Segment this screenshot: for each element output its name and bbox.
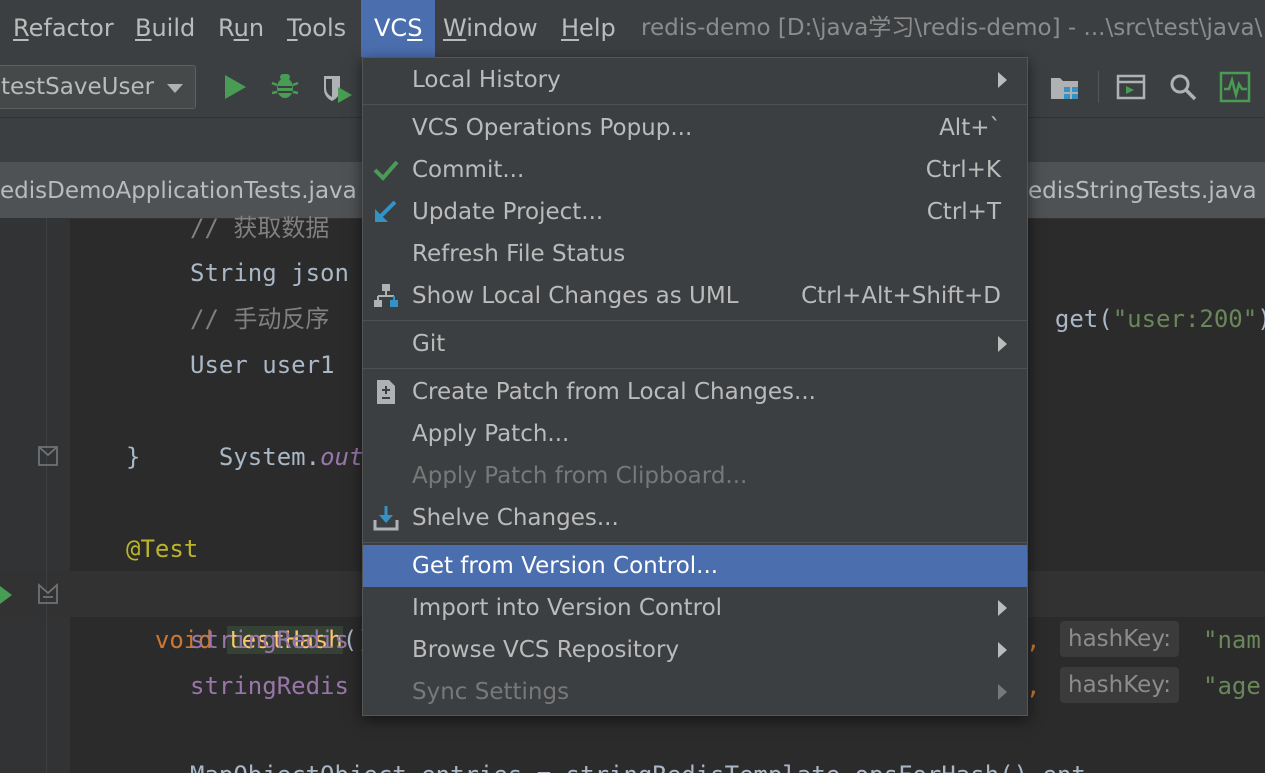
menu-run[interactable]: Run (218, 0, 264, 57)
menu-item-vcs-operations-popup[interactable]: VCS Operations Popup... Alt+` (363, 107, 1027, 149)
code-annotation: @Test (126, 535, 199, 563)
check-icon (373, 160, 399, 181)
run-gutter-icon[interactable] (0, 584, 14, 606)
menu-item-label: Import into Version Control (412, 595, 723, 621)
chevron-right-icon (998, 72, 1007, 88)
menu-separator (363, 368, 1027, 369)
project-structure-icon[interactable] (1050, 75, 1080, 101)
menu-item-sync-settings: Sync Settings (363, 671, 1027, 713)
code-string: "age (1203, 672, 1261, 700)
code-line-tail: get("user:200") (1054, 305, 1265, 333)
code-comma: , (1026, 672, 1041, 700)
menu-window[interactable]: Window (443, 0, 538, 57)
menu-item-label: VCS Operations Popup... (412, 115, 693, 141)
menu-item-shortcut: Alt+` (939, 115, 1001, 141)
menu-item-shelve-changes[interactable]: Shelve Changes... (363, 497, 1027, 539)
menu-item-label: Browse VCS Repository (412, 637, 680, 663)
toolbar-separator (1098, 71, 1099, 103)
menu-item-label: Get from Version Control... (412, 553, 719, 579)
menu-item-label: Create Patch from Local Changes... (412, 379, 816, 405)
menu-item-label: Local History (412, 67, 561, 93)
code-comment: // 获取数据 (190, 214, 330, 242)
menu-item-label: Show Local Changes as UML (412, 283, 739, 309)
code-string: "nam (1203, 626, 1261, 654)
code-line: User user1 (190, 351, 335, 379)
code-line: String json (190, 259, 349, 287)
menu-help[interactable]: Help (561, 0, 616, 57)
menu-item-label: Refresh File Status (412, 241, 626, 267)
debug-icon[interactable] (270, 71, 300, 101)
menu-item-commit[interactable]: Commit... Ctrl+K (363, 149, 1027, 191)
run-configuration-label: testSaveUser (1, 74, 155, 100)
menu-bar: Refactor Build Run Tools VCS Window Help… (0, 0, 1265, 57)
menu-tools[interactable]: Tools (287, 0, 346, 57)
chevron-right-icon (998, 336, 1007, 352)
run-icon[interactable] (222, 73, 248, 101)
run-configuration-dropdown[interactable]: testSaveUser (0, 65, 196, 109)
fold-icon[interactable] (37, 445, 59, 467)
shelve-icon (373, 506, 399, 531)
patch-icon (377, 380, 395, 404)
menu-item-browse-vcs-repository[interactable]: Browse VCS Repository (363, 629, 1027, 671)
tab-label: edisDemoApplicationTests.java (0, 178, 357, 204)
menu-item-shortcut: Ctrl+Alt+Shift+D (801, 283, 1001, 309)
menu-item-apply-patch[interactable]: Apply Patch... (363, 413, 1027, 455)
window-title: redis-demo [D:\java学习\redis-demo] - ...\… (641, 15, 1263, 41)
profiler-icon[interactable] (1219, 71, 1251, 103)
coverage-icon[interactable] (322, 73, 354, 105)
code-field: stringRedis (190, 626, 349, 654)
code-comma: , (1026, 626, 1041, 654)
menu-item-create-patch[interactable]: Create Patch from Local Changes... (363, 371, 1027, 413)
menu-separator (363, 542, 1027, 543)
menu-item-shortcut: Ctrl+K (925, 157, 1001, 183)
menu-item-update-project[interactable]: Update Project... Ctrl+T (363, 191, 1027, 233)
menu-item-get-from-version-control[interactable]: Get from Version Control... (363, 545, 1027, 587)
menu-item-label: Apply Patch... (412, 421, 570, 447)
update-icon (375, 200, 397, 222)
menu-build[interactable]: Build (135, 0, 195, 57)
menu-item-shortcut: Ctrl+T (926, 199, 1001, 225)
editor-gutter (0, 218, 70, 773)
menu-item-show-local-changes-uml[interactable]: Show Local Changes as UML Ctrl+Alt+Shift… (363, 275, 1027, 317)
menu-item-label: Git (412, 331, 446, 357)
menu-refactor[interactable]: Refactor (13, 0, 114, 57)
code-line: MapObjectObject entries = stringRedisTem… (190, 752, 1086, 773)
menu-item-refresh-file-status[interactable]: Refresh File Status (363, 233, 1027, 275)
uml-icon (374, 284, 398, 307)
code-field: stringRedis (190, 672, 349, 700)
menu-item-label: Shelve Changes... (412, 505, 619, 531)
parameter-hint: hashKey: (1060, 621, 1180, 657)
code-line: System.out. (218, 443, 378, 471)
menu-item-git[interactable]: Git (363, 323, 1027, 365)
fold-icon[interactable] (37, 583, 59, 605)
menu-item-local-history[interactable]: Local History (363, 59, 1027, 101)
code-comment: // 手动反序 (190, 305, 330, 333)
terminal-icon[interactable] (1116, 73, 1146, 101)
chevron-right-icon (998, 600, 1007, 616)
chevron-right-icon (998, 684, 1007, 700)
menu-item-label: Sync Settings (412, 679, 570, 705)
menu-item-label: Commit... (412, 157, 525, 183)
code-brace: } (126, 443, 141, 471)
code-method-declaration: void testHash() (154, 626, 372, 654)
menu-vcs[interactable]: VCS (361, 0, 436, 57)
menu-item-label: Update Project... (412, 199, 604, 225)
parameter-hint: hashKey: (1060, 667, 1180, 703)
menu-separator (363, 104, 1027, 105)
tab-label: edisStringTests.java (1028, 178, 1257, 204)
menu-item-import-into-version-control[interactable]: Import into Version Control (363, 587, 1027, 629)
gutter-divider (46, 218, 47, 773)
menu-item-label: Apply Patch from Clipboard... (412, 463, 748, 489)
search-icon[interactable] (1168, 72, 1198, 102)
menu-item-apply-patch-clipboard: Apply Patch from Clipboard... (363, 455, 1027, 497)
vcs-menu-popup: Local History VCS Operations Popup... Al… (362, 57, 1028, 716)
chevron-down-icon (167, 84, 183, 93)
tab-redis-string-tests[interactable]: edisStringTests.java (1026, 162, 1265, 218)
menu-separator (363, 320, 1027, 321)
chevron-right-icon (998, 642, 1007, 658)
